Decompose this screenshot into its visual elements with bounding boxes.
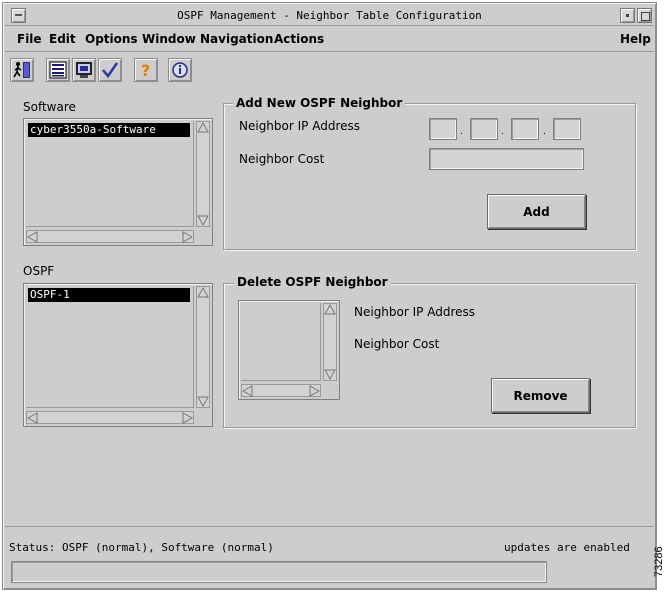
menu-window[interactable]: Window bbox=[142, 32, 196, 46]
scroll-down-icon[interactable] bbox=[324, 368, 336, 380]
ip-separator: . bbox=[543, 127, 546, 137]
ospf-horizontal-scrollbar[interactable] bbox=[26, 411, 194, 424]
menu-help[interactable]: Help bbox=[620, 32, 651, 46]
status-text: Status: OSPF (normal), Software (normal) bbox=[9, 541, 274, 554]
monitor-icon bbox=[76, 62, 92, 78]
figure-id: 73286 bbox=[653, 546, 665, 577]
scroll-left-icon[interactable] bbox=[27, 231, 39, 243]
software-list-content: cyber3550a-Software bbox=[26, 121, 194, 227]
software-horizontal-scrollbar[interactable] bbox=[26, 230, 194, 243]
software-vertical-scrollbar[interactable] bbox=[196, 121, 210, 227]
software-label: Software bbox=[23, 100, 76, 114]
check-button[interactable] bbox=[98, 58, 122, 82]
exit-button[interactable] bbox=[10, 58, 34, 82]
menu-actions[interactable]: Actions bbox=[274, 32, 324, 46]
menu-options[interactable]: Options bbox=[85, 32, 138, 46]
info-icon bbox=[172, 62, 188, 78]
scroll-up-icon[interactable] bbox=[324, 304, 336, 316]
status-separator bbox=[5, 526, 654, 527]
add-neighbor-ip-label: Neighbor IP Address bbox=[239, 119, 361, 133]
neighbor-list[interactable] bbox=[238, 300, 340, 400]
title-bar: OSPF Management - Neighbor Table Configu… bbox=[5, 5, 654, 26]
main-window: OSPF Management - Neighbor Table Configu… bbox=[2, 2, 657, 590]
maximize-button[interactable] bbox=[637, 8, 652, 23]
scroll-down-icon[interactable] bbox=[197, 214, 209, 226]
ip-octet-3-field[interactable] bbox=[511, 118, 539, 140]
software-list[interactable]: cyber3550a-Software bbox=[23, 118, 213, 246]
scroll-up-icon[interactable] bbox=[197, 122, 209, 134]
help-button[interactable]: ? bbox=[134, 58, 158, 82]
ospf-list[interactable]: OSPF-1 bbox=[23, 283, 213, 427]
delete-neighbor-cost-label: Neighbor Cost bbox=[354, 337, 440, 351]
scroll-right-icon[interactable] bbox=[308, 385, 320, 397]
help-question-icon: ? bbox=[141, 61, 150, 79]
minimize-button[interactable] bbox=[620, 8, 635, 23]
ospf-list-content: OSPF-1 bbox=[26, 286, 194, 408]
list-item[interactable]: cyber3550a-Software bbox=[28, 123, 190, 137]
menu-navigation[interactable]: Navigation bbox=[200, 32, 273, 46]
status-progress-field bbox=[11, 561, 547, 583]
scroll-left-icon[interactable] bbox=[242, 385, 254, 397]
neighbor-cost-field[interactable] bbox=[429, 148, 584, 170]
info-button[interactable] bbox=[168, 58, 192, 82]
scroll-left-icon[interactable] bbox=[27, 412, 39, 424]
ip-octet-4-field[interactable] bbox=[553, 118, 581, 140]
ospf-vertical-scrollbar[interactable] bbox=[196, 286, 210, 408]
menu-edit[interactable]: Edit bbox=[49, 32, 76, 46]
ip-separator: . bbox=[501, 127, 504, 137]
menu-bar: File Edit Options Window Navigation Acti… bbox=[5, 28, 654, 52]
list-item[interactable]: OSPF-1 bbox=[28, 288, 190, 302]
add-neighbor-cost-label: Neighbor Cost bbox=[239, 152, 325, 166]
monitor-button[interactable] bbox=[72, 58, 96, 82]
exit-icon bbox=[13, 62, 30, 78]
svg-text:?: ? bbox=[141, 61, 150, 79]
add-neighbor-group-title: Add New OSPF Neighbor bbox=[233, 96, 406, 110]
remove-button[interactable]: Remove bbox=[491, 378, 590, 413]
ip-octet-2-field[interactable] bbox=[470, 118, 498, 140]
updates-status-text: updates are enabled bbox=[504, 541, 630, 554]
neighbor-list-content bbox=[241, 303, 321, 381]
delete-neighbor-group-title: Delete OSPF Neighbor bbox=[234, 275, 391, 289]
window-title: OSPF Management - Neighbor Table Configu… bbox=[177, 9, 482, 22]
check-icon bbox=[102, 62, 119, 79]
ip-separator: . bbox=[460, 127, 463, 137]
add-button[interactable]: Add bbox=[487, 194, 586, 229]
scroll-down-icon[interactable] bbox=[197, 395, 209, 407]
scroll-up-icon[interactable] bbox=[197, 287, 209, 299]
menu-file[interactable]: File bbox=[17, 32, 42, 46]
neighbor-horizontal-scrollbar[interactable] bbox=[241, 384, 321, 397]
list-button[interactable] bbox=[46, 58, 70, 82]
scroll-right-icon[interactable] bbox=[181, 412, 193, 424]
ip-octet-1-field[interactable] bbox=[429, 118, 457, 140]
delete-neighbor-ip-label: Neighbor IP Address bbox=[354, 305, 476, 319]
neighbor-vertical-scrollbar[interactable] bbox=[323, 303, 337, 381]
ospf-label: OSPF bbox=[23, 264, 55, 278]
list-icon bbox=[49, 61, 67, 79]
scroll-right-icon[interactable] bbox=[181, 231, 193, 243]
